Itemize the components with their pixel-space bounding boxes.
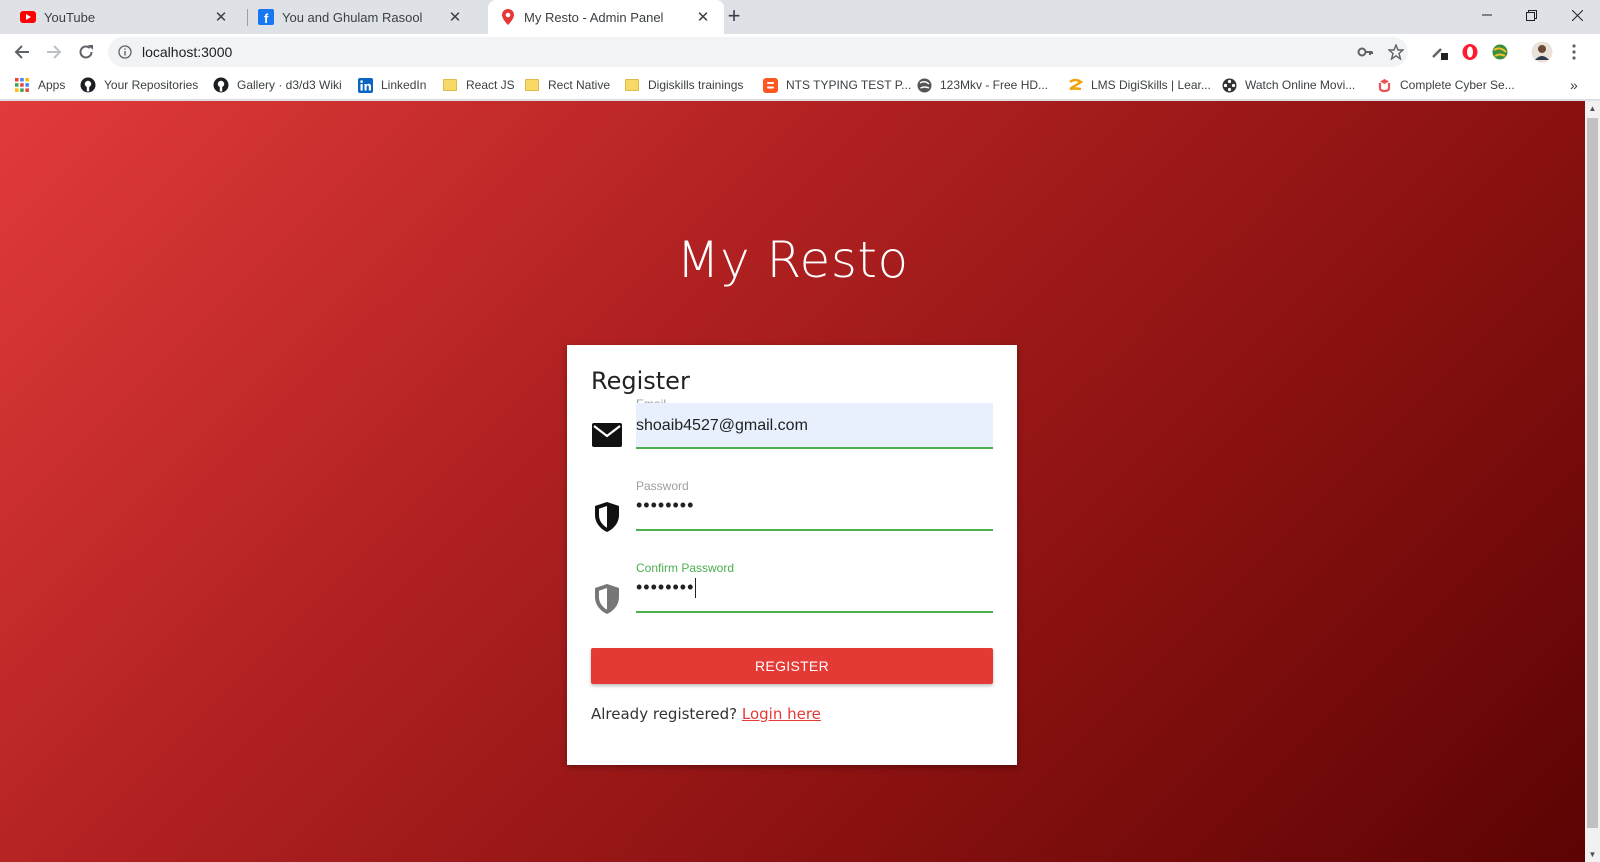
- bookmark-linkedin[interactable]: LinkedIn: [357, 75, 426, 95]
- register-button[interactable]: REGISTER: [591, 648, 993, 684]
- bookmark-123mkv[interactable]: 123Mkv - Free HD...: [916, 75, 1048, 95]
- register-card: Register Email shoaib4527@gmail.com Pass…: [567, 345, 1017, 765]
- envelope-icon: [591, 419, 623, 451]
- more-bookmarks-chevron-icon[interactable]: »: [1570, 75, 1578, 95]
- page-background: My Resto Register Email shoaib4527@gmail…: [0, 101, 1585, 862]
- tab-title: You and Ghulam Rasool: [282, 9, 423, 25]
- eyedropper-extension-icon[interactable]: [1428, 40, 1452, 64]
- bookmark-complete-cyber-security[interactable]: Complete Cyber Se...: [1376, 75, 1515, 95]
- map-pin-icon: [500, 9, 516, 25]
- tab-my-resto[interactable]: My Resto - Admin Panel ✕: [488, 0, 724, 34]
- bookmark-label: Rect Native: [548, 78, 611, 92]
- bookmark-label: Gallery · d3/d3 Wiki: [237, 78, 342, 92]
- bookmark-label: LinkedIn: [381, 78, 427, 92]
- close-tab-icon[interactable]: ✕: [446, 8, 464, 26]
- close-tab-icon[interactable]: ✕: [694, 8, 712, 26]
- back-button[interactable]: [10, 40, 34, 64]
- bookmark-d3-gallery[interactable]: Gallery · d3/d3 Wiki: [213, 75, 342, 95]
- bookmark-label: NTS TYPING TEST P...: [786, 78, 912, 92]
- apps-grid-icon: [14, 77, 30, 93]
- star-icon[interactable]: [1386, 42, 1406, 62]
- address-bar[interactable]: localhost:3000: [108, 37, 1408, 67]
- close-tab-icon[interactable]: ✕: [212, 8, 230, 26]
- bookmark-nts-typing-test[interactable]: NTS TYPING TEST P...: [762, 75, 911, 95]
- bookmark-label: React JS: [466, 78, 515, 92]
- confirm-password-value: ••••••••: [636, 577, 695, 597]
- blogger-icon: [762, 77, 778, 93]
- already-registered-text: Already registered? Login here: [591, 705, 821, 723]
- browser-toolbar: localhost:3000: [0, 34, 1600, 70]
- bookmark-label: Complete Cyber Se...: [1400, 78, 1515, 92]
- tab-title: My Resto - Admin Panel: [524, 9, 664, 25]
- vertical-scrollbar[interactable]: ▲ ▼: [1585, 101, 1600, 862]
- bookmarks-bar: Apps Your Repositories Gallery · d3/d3 W…: [0, 70, 1600, 100]
- github-icon: [213, 77, 229, 93]
- opera-extension-icon[interactable]: [1458, 40, 1482, 64]
- bookmark-label: Digiskills trainings: [648, 78, 744, 92]
- bookmark-apps[interactable]: Apps: [14, 75, 65, 95]
- film-reel-icon: [1221, 77, 1237, 93]
- restore-button[interactable]: [1509, 0, 1554, 30]
- globe-extension-icon[interactable]: [1488, 40, 1512, 64]
- login-link[interactable]: Login here: [742, 705, 821, 723]
- password-input[interactable]: ••••••••: [636, 485, 993, 531]
- password-field-group: Password ••••••••: [591, 479, 993, 539]
- chrome-menu-icon[interactable]: [1562, 40, 1586, 64]
- bookmark-folder-react-js[interactable]: React JS: [442, 75, 515, 95]
- text-caret: [695, 578, 697, 599]
- confirm-password-input[interactable]: ••••••••: [636, 567, 993, 613]
- youtube-icon: [20, 9, 36, 25]
- url-text: localhost:3000: [142, 44, 233, 60]
- digiskills-icon: [1067, 77, 1083, 93]
- udemy-icon: [1376, 77, 1392, 93]
- avatar[interactable]: [1530, 40, 1554, 64]
- bookmark-label: Watch Online Movi...: [1245, 78, 1356, 92]
- already-registered-label: Already registered?: [591, 705, 738, 723]
- bookmark-folder-digiskills[interactable]: Digiskills trainings: [624, 75, 743, 95]
- shield-icon: [591, 501, 623, 533]
- tab-title: YouTube: [44, 9, 96, 25]
- minimize-button[interactable]: [1464, 0, 1509, 30]
- key-icon[interactable]: [1355, 42, 1375, 62]
- scroll-thumb[interactable]: [1587, 118, 1598, 828]
- folder-icon: [524, 77, 540, 93]
- bookmark-your-repositories[interactable]: Your Repositories: [80, 75, 198, 95]
- bookmark-label: LMS DigiSkills | Lear...: [1091, 78, 1211, 92]
- folder-icon: [442, 77, 458, 93]
- brand-title: My Resto: [676, 231, 909, 289]
- folder-icon: [624, 77, 640, 93]
- github-icon: [80, 77, 96, 93]
- tab-divider: [247, 9, 248, 26]
- tab-youtube[interactable]: YouTube ✕: [0, 0, 242, 34]
- email-field-group: Email shoaib4527@gmail.com: [591, 397, 993, 457]
- form-title: Register: [591, 367, 690, 395]
- scroll-up-arrow-icon[interactable]: ▲: [1585, 101, 1600, 116]
- svg-text:f: f: [264, 11, 269, 25]
- bookmark-folder-rect-native[interactable]: Rect Native: [524, 75, 610, 95]
- shield-icon: [591, 583, 623, 615]
- info-icon[interactable]: [118, 45, 132, 59]
- new-tab-button[interactable]: +: [722, 4, 746, 28]
- facebook-icon: f: [258, 9, 274, 25]
- bookmark-label: 123Mkv - Free HD...: [940, 78, 1049, 92]
- close-window-button[interactable]: [1555, 0, 1600, 30]
- forward-button[interactable]: [42, 40, 66, 64]
- globe-icon: [916, 77, 932, 93]
- bookmark-lms-digiskills[interactable]: LMS DigiSkills | Lear...: [1067, 75, 1211, 95]
- linkedin-icon: [357, 77, 373, 93]
- reload-button[interactable]: [74, 40, 98, 64]
- bookmark-label: Your Repositories: [104, 78, 199, 92]
- tab-facebook[interactable]: f You and Ghulam Rasool ✕: [252, 0, 476, 34]
- confirm-password-field-group: Confirm Password ••••••••: [591, 561, 993, 621]
- scroll-down-arrow-icon[interactable]: ▼: [1585, 847, 1600, 862]
- bookmark-label: Apps: [38, 78, 66, 92]
- email-input[interactable]: shoaib4527@gmail.com: [636, 403, 993, 449]
- tab-strip: YouTube ✕ f You and Ghulam Rasool ✕ My R…: [0, 0, 1600, 34]
- bookmark-watch-online-movies[interactable]: Watch Online Movi...: [1221, 75, 1355, 95]
